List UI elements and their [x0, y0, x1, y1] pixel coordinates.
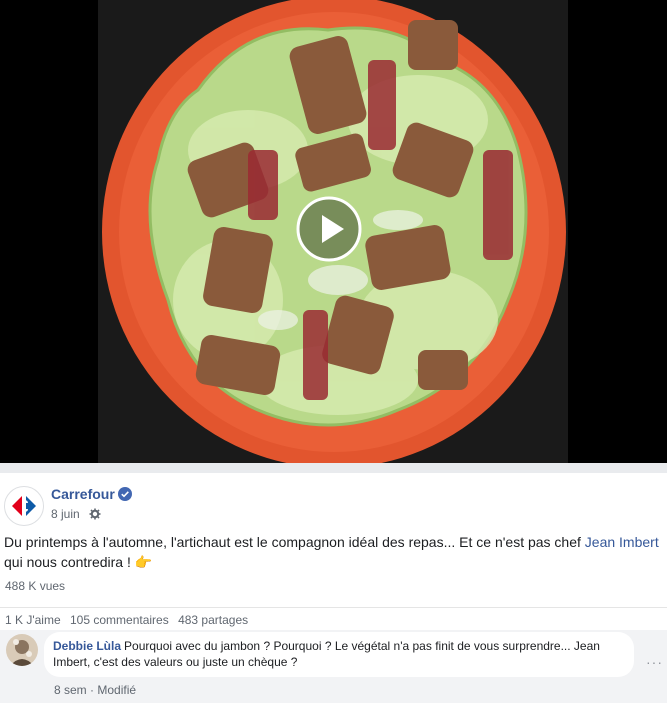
play-icon[interactable]	[296, 196, 362, 262]
video-player[interactable]	[0, 0, 667, 463]
divider	[0, 463, 667, 473]
stats-divider	[0, 607, 667, 608]
commenter-avatar[interactable]	[6, 634, 38, 666]
carrefour-logo-icon	[12, 496, 36, 516]
mention-link[interactable]: Jean Imbert	[585, 534, 659, 550]
engagement-stats: 1 K J'aime 105 commentaires 483 partages	[5, 613, 254, 627]
comments-section: Debbie Lùla Pourquoi avec du jambon ? Pou…	[0, 630, 667, 703]
comment-meta: 8 sem · Modifié	[54, 683, 136, 697]
post-message: Du printemps à l'automne, l'artichaut es…	[4, 532, 659, 572]
shares-count-link[interactable]: 483 partages	[178, 613, 248, 627]
verified-badge-icon	[118, 487, 132, 501]
view-count: 488 K vues	[5, 579, 66, 593]
carrefour-logo-avatar[interactable]	[4, 486, 44, 526]
comment-author-link[interactable]: Debbie Lùla	[53, 639, 121, 653]
post-date-link[interactable]: 8 juin	[51, 507, 80, 521]
post-message-start: Du printemps à l'automne, l'artichaut es…	[4, 534, 585, 550]
page-name-link[interactable]: Carrefour	[51, 486, 115, 502]
likes-count-link[interactable]: 1 K J'aime	[5, 613, 61, 627]
comment-bubble: Debbie Lùla Pourquoi avec du jambon ? Pou…	[44, 632, 634, 677]
comment-options-icon[interactable]: ···	[646, 654, 663, 670]
comment-time-link[interactable]: 8 sem	[54, 683, 87, 697]
commenter-avatar-image	[6, 634, 38, 666]
post-message-end: qui nous contredira ! 👉	[4, 554, 153, 570]
meta-separator: ·	[90, 683, 95, 697]
comments-count-link[interactable]: 105 commentaires	[70, 613, 169, 627]
comment-text: Pourquoi avec du jambon ? Pourquoi ? Le …	[53, 639, 600, 669]
post: Carrefour 8 juin Du printemps à l'automn…	[0, 473, 667, 703]
audience-gear-icon[interactable]	[89, 508, 101, 520]
edited-label[interactable]: Modifié	[97, 683, 136, 697]
